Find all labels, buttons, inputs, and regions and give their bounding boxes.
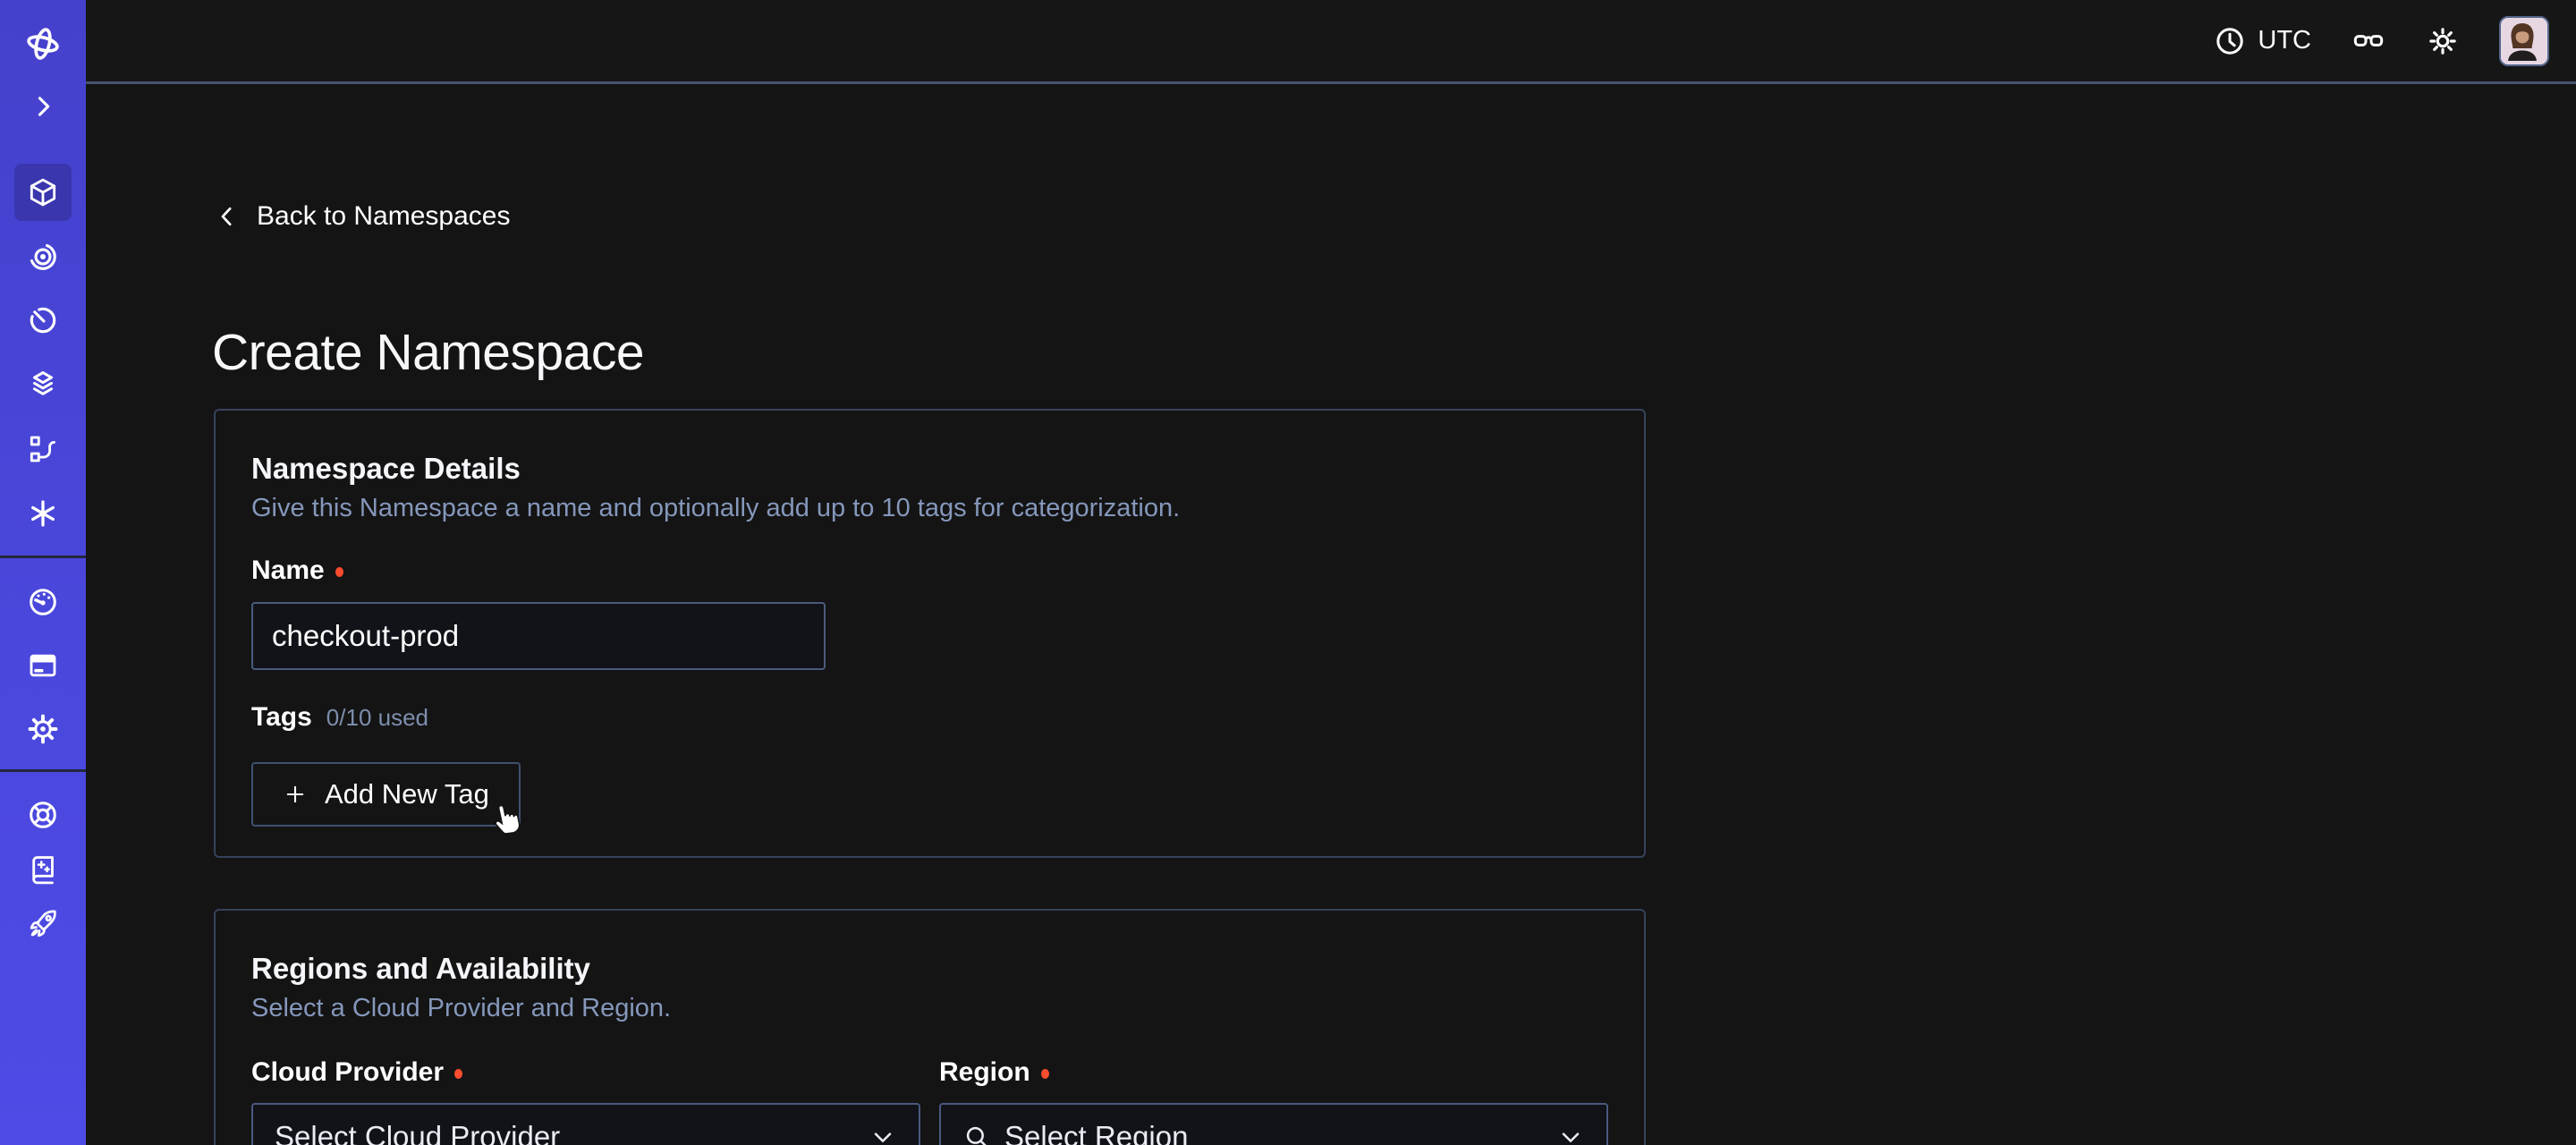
user-avatar[interactable] (2499, 16, 2549, 66)
name-field-label: Name (251, 555, 1608, 587)
required-indicator (335, 567, 343, 577)
sidebar-item-settings[interactable] (0, 700, 86, 758)
card-regions-availability: Regions and Availability Select a Cloud … (214, 909, 1646, 1145)
topbar: UTC (86, 0, 2576, 84)
cloud-provider-label: Cloud Provider (251, 1056, 920, 1089)
timezone-selector[interactable]: UTC (2214, 25, 2311, 57)
sidebar-item-namespaces[interactable] (0, 164, 86, 221)
support-lifebuoy-icon (26, 798, 60, 832)
sidebar-item-schedules[interactable] (0, 292, 86, 349)
region-placeholder: Select Region (1004, 1120, 1543, 1145)
nexus-asterisk-icon (26, 496, 60, 530)
sidebar-item-docs[interactable] (0, 841, 86, 898)
sidebar-item-deployments[interactable] (0, 420, 86, 478)
chevron-down-icon (1556, 1123, 1585, 1145)
required-indicator (454, 1069, 462, 1079)
schedules-timer-icon (26, 303, 60, 337)
sidebar-item-workflows[interactable] (0, 228, 86, 285)
chevron-down-icon (869, 1123, 897, 1145)
timezone-label: UTC (2258, 26, 2311, 55)
add-new-tag-button[interactable]: Add New Tag (251, 762, 521, 827)
cloud-provider-select[interactable]: Select Cloud Provider (251, 1103, 920, 1145)
card-title: Regions and Availability (251, 950, 1608, 988)
back-link[interactable]: Back to Namespaces (214, 195, 510, 238)
chevron-left-icon (214, 203, 241, 230)
back-link-label: Back to Namespaces (257, 201, 510, 232)
sidebar-item-nexus[interactable] (0, 485, 86, 542)
region-select[interactable]: Select Region (939, 1103, 1608, 1145)
sidebar-item-logo[interactable] (0, 15, 86, 72)
theme-toggle-button[interactable] (2426, 24, 2460, 58)
sun-icon (2426, 24, 2460, 58)
region-field: Region Select Region (939, 1056, 1608, 1145)
glasses-icon (2351, 23, 2386, 59)
getting-started-rocket-icon (26, 907, 60, 941)
sidebar (0, 0, 86, 1145)
namespaces-cube-icon (26, 175, 60, 209)
chevron-right-icon (28, 91, 58, 122)
card-title: Namespace Details (251, 450, 1608, 488)
sidebar-item-support[interactable] (0, 786, 86, 844)
glasses-button[interactable] (2351, 23, 2386, 59)
sidebar-item-batch[interactable] (0, 356, 86, 413)
batch-layers-icon (26, 368, 60, 402)
search-icon (962, 1123, 991, 1145)
tags-label: Tags (251, 701, 312, 734)
app-root: UTC (0, 0, 2576, 1145)
sidebar-divider (0, 556, 86, 558)
cloud-provider-field: Cloud Provider Select Cloud Provider (251, 1056, 920, 1145)
clock-icon (2214, 25, 2246, 57)
docs-book-icon (26, 852, 60, 886)
region-label: Region (939, 1056, 1608, 1089)
sidebar-item-getting-started[interactable] (0, 895, 86, 953)
page-title: Create Namespace (212, 323, 644, 382)
main-content: Back to Namespaces Create Namespace Name… (86, 87, 2576, 1145)
workflows-spiral-icon (26, 240, 60, 274)
settings-gear-icon (26, 712, 60, 746)
sidebar-item-expand[interactable] (0, 78, 86, 135)
cloud-provider-placeholder: Select Cloud Provider (275, 1120, 855, 1145)
card-description: Give this Namespace a name and optionall… (251, 492, 1608, 524)
deployments-branch-icon (26, 432, 60, 466)
plus-icon (283, 782, 308, 807)
tags-usage-counter: 0/10 used (326, 704, 428, 732)
usage-gauge-icon (26, 585, 60, 619)
tags-row: Tags 0/10 used (251, 701, 1608, 734)
required-indicator (1041, 1069, 1049, 1079)
sidebar-divider (0, 769, 86, 772)
card-description: Select a Cloud Provider and Region. (251, 992, 1608, 1024)
sidebar-item-billing[interactable] (0, 637, 86, 694)
namespace-name-input[interactable] (251, 602, 826, 670)
temporal-logo-icon (24, 25, 62, 63)
billing-window-icon (26, 649, 60, 683)
sidebar-item-usage[interactable] (0, 573, 86, 631)
card-namespace-details: Namespace Details Give this Namespace a … (214, 409, 1646, 858)
